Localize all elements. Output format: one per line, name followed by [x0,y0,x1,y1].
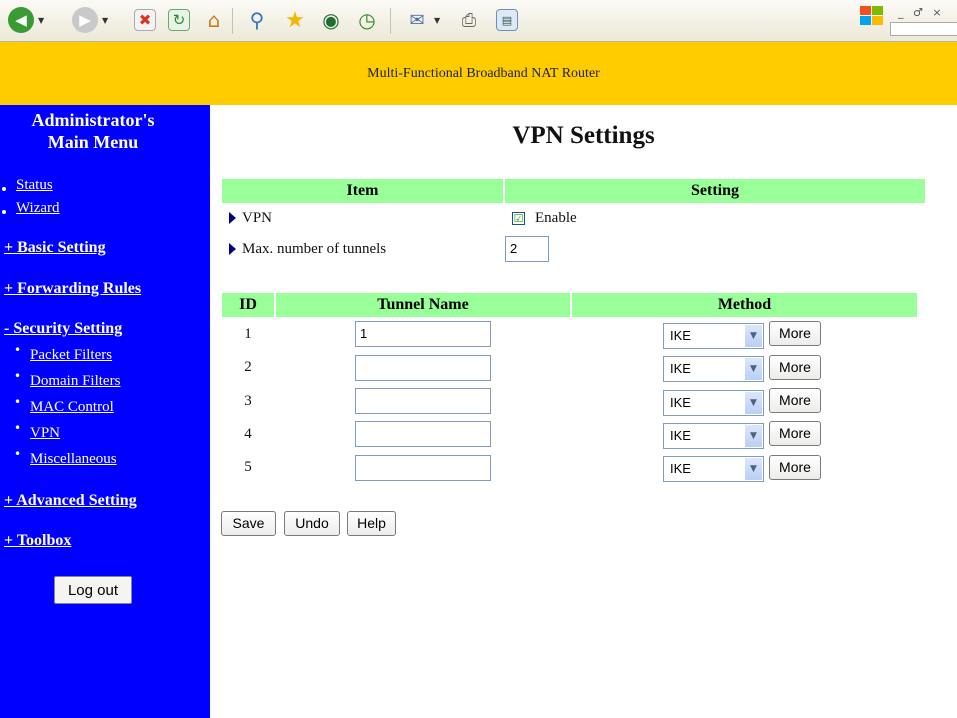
more-button[interactable]: More [769,455,821,480]
chevron-down-icon[interactable]: ▼ [745,425,762,447]
help-button[interactable]: Help [347,511,396,536]
save-button[interactable]: Save [221,511,276,536]
back-dropdown-icon[interactable]: ▼ [38,16,44,25]
tunnel-name-input[interactable] [355,388,491,414]
tunnels-header-method: Method [572,293,917,317]
print-icon[interactable]: ⎙ [456,7,482,33]
sub-bullet-icon: • [14,395,22,409]
chevron-down-icon[interactable]: ▼ [745,325,762,347]
method-select-value: IKE [670,361,691,376]
logout-button[interactable]: Log out [54,576,132,604]
row-arrow-icon [229,243,236,255]
settings-header-item: Item [222,179,503,203]
sidebar-item-packet-filters[interactable]: Packet Filters [30,347,112,364]
undo-button[interactable]: Undo [284,511,340,536]
tunnel-name-input[interactable]: 1 [355,321,491,347]
sidebar-item-advanced-setting[interactable]: + Advanced Setting [4,492,137,510]
page-title: VPN Settings [512,122,655,149]
method-select[interactable]: IKE ▼ [663,390,764,416]
tunnel-name-input[interactable] [355,421,491,447]
history-icon[interactable]: ◷ [354,7,380,33]
router-banner: Multi-Functional Broadband NAT Router [0,42,957,105]
search-icon[interactable]: ⚲ [244,7,270,33]
sidebar-item-forwarding-rules[interactable]: + Forwarding Rules [4,280,141,298]
address-bar-edge [890,22,957,36]
menu-title: Administrator's Main Menu [0,109,186,153]
banner-title: Multi-Functional Broadband NAT Router [367,65,600,81]
method-select[interactable]: IKE ▼ [663,356,764,382]
sidebar-item-vpn[interactable]: VPN [30,425,60,442]
vpn-enable-label: Enable [535,210,577,226]
method-select[interactable]: IKE ▼ [663,323,764,349]
sidebar-item-toolbox[interactable]: + Toolbox [4,532,71,550]
menu-title-line1: Administrator's [31,110,155,130]
home-icon[interactable]: ⌂ [201,7,227,33]
tunnel-id: 1 [244,326,252,342]
forward-dropdown-icon[interactable]: ▼ [102,16,108,25]
chevron-down-icon[interactable]: ▼ [745,392,762,414]
sidebar-item-basic-setting[interactable]: + Basic Setting [4,239,106,257]
tunnel-name-input[interactable] [355,355,491,381]
tunnel-id: 4 [244,426,252,442]
row-arrow-icon [229,212,236,224]
sub-bullet-icon: • [14,369,22,383]
favorites-icon[interactable]: ★ [282,7,308,33]
refresh-icon[interactable]: ↻ [168,9,190,31]
max-tunnels-label: Max. number of tunnels [242,241,387,257]
method-select-value: IKE [670,328,691,343]
more-button[interactable]: More [769,388,821,413]
stop-icon[interactable]: ✖ [134,9,156,31]
method-select-value: IKE [670,428,691,443]
sub-bullet-icon: • [14,343,22,357]
sidebar-item-status[interactable]: Status [16,177,53,194]
tunnel-id: 5 [244,459,252,475]
windows-logo-icon [860,6,883,25]
more-button[interactable]: More [769,421,821,446]
method-select[interactable]: IKE ▼ [663,423,764,449]
window-controls[interactable]: _ ♂ × [898,6,945,19]
chevron-down-icon[interactable]: ▼ [745,458,762,480]
max-tunnels-input[interactable]: 2 [505,236,549,262]
method-select-value: IKE [670,395,691,410]
bullet-icon [2,187,6,191]
sidebar-item-miscellaneous[interactable]: Miscellaneous [30,451,117,468]
sub-bullet-icon: • [14,421,22,435]
tunnels-header-name: Tunnel Name [276,293,570,317]
bullet-icon [2,210,6,214]
back-icon[interactable]: ◀ [8,7,34,33]
method-select[interactable]: IKE ▼ [663,456,764,482]
method-select-value: IKE [670,461,691,476]
edit-icon[interactable]: ▤ [496,9,518,31]
settings-header-setting: Setting [505,179,925,203]
mail-dropdown-icon[interactable]: ▼ [434,16,440,25]
more-button[interactable]: More [769,321,821,346]
tunnel-id: 2 [244,359,252,375]
toolbar-separator [232,8,233,34]
more-button[interactable]: More [769,355,821,380]
sub-bullet-icon: • [14,447,22,461]
browser-toolbar: ◀ ▼ ▶ ▼ ✖ ↻ ⌂ ⚲ ★ ◉ ◷ ✉ ▼ ⎙ ▤ _ ♂ × [0,0,957,42]
tunnels-header-id: ID [222,293,274,317]
media-icon[interactable]: ◉ [318,7,344,33]
sidebar-item-security-setting[interactable]: - Security Setting [4,320,122,338]
toolbar-separator [390,8,391,34]
mail-icon[interactable]: ✉ [404,7,430,33]
vpn-enable-checkbox[interactable]: ☑ [512,212,525,225]
menu-title-line2: Main Menu [47,132,139,152]
vpn-label: VPN [242,210,273,226]
admin-sidebar: Administrator's Main Menu Status Wizard … [0,105,210,718]
sidebar-item-domain-filters[interactable]: Domain Filters [30,373,120,390]
sidebar-item-wizard[interactable]: Wizard [16,200,60,217]
forward-icon[interactable]: ▶ [72,7,98,33]
sidebar-item-mac-control[interactable]: MAC Control [30,399,114,416]
tunnel-id: 3 [244,393,252,409]
chevron-down-icon[interactable]: ▼ [745,358,762,380]
tunnel-name-input[interactable] [355,455,491,481]
